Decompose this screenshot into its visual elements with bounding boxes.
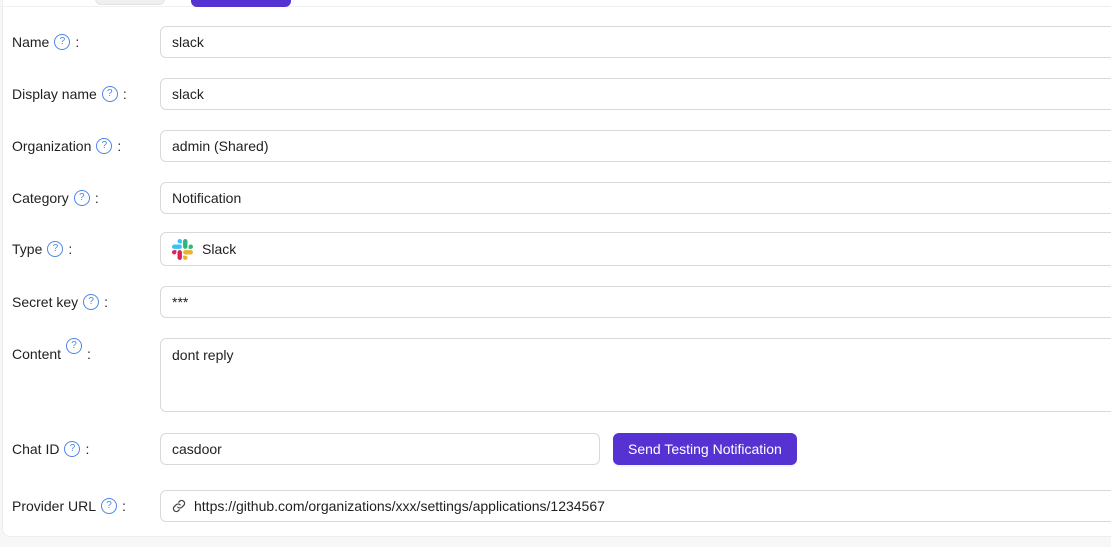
- label-colon: :: [122, 86, 127, 102]
- question-circle-icon[interactable]: ?: [101, 86, 118, 102]
- label-colon: :: [104, 294, 109, 310]
- question-circle-icon[interactable]: ?: [54, 34, 71, 50]
- link-icon: [172, 499, 186, 513]
- name-input[interactable]: [160, 26, 1111, 58]
- question-circle-icon[interactable]: ?: [66, 338, 83, 354]
- header-divider: [0, 6, 1111, 7]
- content-row: Content ? : dont reply: [0, 338, 1111, 412]
- type-row: Type ? : Slack: [0, 232, 1111, 266]
- label-colon: :: [68, 241, 73, 257]
- content-textarea[interactable]: dont reply: [160, 338, 1111, 412]
- type-label: Type ? :: [12, 233, 160, 265]
- secret-key-label: Secret key ? :: [12, 286, 160, 318]
- secret-key-row: Secret key ? :: [0, 286, 1111, 318]
- chat-id-label-text: Chat ID: [12, 441, 60, 457]
- organization-row: Organization ? :: [0, 130, 1111, 162]
- label-colon: :: [117, 138, 122, 154]
- display-name-input[interactable]: [160, 78, 1111, 110]
- chat-id-input[interactable]: [160, 433, 600, 465]
- category-label-text: Category: [12, 190, 69, 206]
- provider-url-label-text: Provider URL: [12, 498, 97, 514]
- slack-logo-icon: [172, 238, 193, 260]
- provider-edit-page: Name ? : Display name ? : Organization ?…: [0, 0, 1111, 547]
- question-circle-icon[interactable]: ?: [64, 441, 81, 457]
- label-colon: :: [85, 441, 90, 457]
- category-select[interactable]: [160, 182, 1111, 214]
- category-row: Category ? :: [0, 182, 1111, 214]
- label-colon: :: [122, 498, 126, 514]
- question-circle-icon[interactable]: ?: [73, 190, 90, 206]
- provider-url-row: Provider URL ? :: [0, 490, 1111, 522]
- category-label: Category ? :: [12, 182, 160, 214]
- secret-key-label-text: Secret key: [12, 294, 79, 310]
- chat-id-label: Chat ID ? :: [12, 433, 160, 465]
- organization-label: Organization ? :: [12, 130, 160, 162]
- type-label-text: Type: [12, 241, 43, 257]
- organization-select[interactable]: [160, 130, 1111, 162]
- type-select-value: Slack: [202, 241, 237, 257]
- question-circle-icon[interactable]: ?: [96, 138, 113, 154]
- secret-key-input[interactable]: [160, 286, 1111, 318]
- display-name-row: Display name ? :: [0, 78, 1111, 110]
- content-label: Content ? :: [12, 338, 160, 412]
- type-select[interactable]: Slack: [160, 232, 1111, 266]
- label-colon: :: [87, 346, 91, 362]
- name-label-text: Name: [12, 34, 50, 50]
- label-colon: :: [75, 34, 80, 50]
- provider-url-field[interactable]: [160, 490, 1111, 522]
- content-label-text: Content: [12, 346, 62, 362]
- question-circle-icon[interactable]: ?: [83, 294, 100, 310]
- label-colon: :: [94, 190, 99, 206]
- organization-label-text: Organization: [12, 138, 92, 154]
- name-row: Name ? :: [0, 26, 1111, 58]
- cutoff-primary-button[interactable]: [191, 0, 291, 7]
- display-name-label: Display name ? :: [12, 78, 160, 110]
- name-label: Name ? :: [12, 26, 160, 58]
- provider-url-input[interactable]: [194, 491, 1109, 521]
- cutoff-default-button[interactable]: [95, 0, 165, 5]
- display-name-label-text: Display name: [12, 86, 97, 102]
- question-circle-icon[interactable]: ?: [101, 498, 118, 514]
- send-testing-notification-button[interactable]: Send Testing Notification: [613, 433, 797, 465]
- provider-url-label: Provider URL ? :: [12, 490, 160, 522]
- question-circle-icon[interactable]: ?: [47, 241, 64, 257]
- chat-id-row: Chat ID ? : Send Testing Notification: [0, 433, 1111, 465]
